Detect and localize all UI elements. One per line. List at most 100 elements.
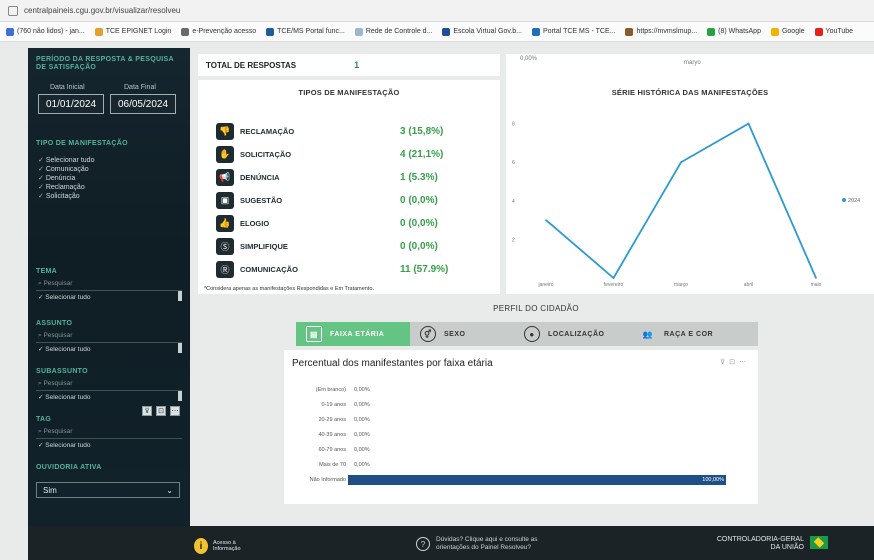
perfil-title: PERFIL DO CIDADÃO (493, 304, 579, 313)
help-link[interactable]: ? Dúvidas? Clique aqui e consulte as ori… (416, 536, 556, 552)
tema-search-input[interactable]: ⌕ Pesquisar (36, 280, 182, 291)
calendar-icon: ▤ (306, 326, 322, 342)
x-tick-label: maio (811, 282, 822, 288)
url-text[interactable]: centralpaineis.cgu.gov.br/visualizar/res… (24, 6, 180, 15)
bookmark[interactable]: TCE/MS Portal func... (266, 27, 345, 36)
x-tick-label: janeiro (537, 282, 553, 288)
bar-label: (Em branco) (315, 387, 346, 393)
thumbs-up-icon: 👍 (216, 214, 234, 232)
tipo-row: Ⓢ SIMPLIFIQUE 0 (0,0%) (216, 237, 486, 255)
location-pin-icon: ● (524, 326, 540, 342)
more-options-icon[interactable]: ⋯ (739, 359, 750, 366)
hand-icon: ✋ (216, 145, 234, 163)
assunto-search-input[interactable]: ⌕ Pesquisar (36, 332, 182, 343)
tipo-label: COMUNICAÇÃO (240, 264, 298, 274)
bookmark[interactable]: https://mvmslmup... (625, 27, 697, 36)
bookmark[interactable]: TCE EPIGNET Login (94, 27, 171, 36)
assunto-select-all[interactable]: Selecionar tudo (38, 345, 90, 353)
filter-icon[interactable]: ⊽ (720, 359, 729, 366)
scrollbar[interactable] (178, 291, 182, 301)
tab-raca-cor[interactable]: 👥 RAÇA E COR (630, 322, 758, 346)
bar-label: Mais de 70 (319, 462, 346, 468)
bar-row: 60-79 anos 0,00% (284, 444, 758, 456)
filter-icon[interactable]: ⊽ (142, 406, 152, 416)
checkbox-item[interactable]: Reclamação (38, 183, 94, 192)
bookmark[interactable]: (760 não lidos) - jan... (6, 27, 85, 36)
checkbox-item[interactable]: Comunicação (38, 165, 94, 174)
legend-marker (842, 198, 846, 202)
tipo-label: RECLAMAÇÃO (240, 126, 295, 136)
gender-icon: ⚥ (420, 326, 436, 342)
total-label: TOTAL DE RESPOSTAS (206, 60, 297, 70)
expand-icon[interactable]: ⊡ (729, 359, 739, 366)
bar-value: 0,00% (354, 417, 370, 423)
bookmarks-bar: (760 não lidos) - jan... TCE EPIGNET Log… (0, 22, 874, 42)
tipo-row: ▣ SUGESTÃO 0 (0,0%) (216, 191, 486, 209)
tab-localizacao[interactable]: ● LOCALIZAÇÃO (514, 322, 630, 346)
tipo-value: 1 (5.3%) (400, 171, 438, 183)
tipo-value: 11 (57.9%) (400, 263, 449, 275)
tipos-title: TIPOS DE MANIFESTAÇÃO (298, 88, 400, 97)
address-bar[interactable]: centralpaineis.cgu.gov.br/visualizar/res… (0, 0, 874, 22)
site-info-icon[interactable] (8, 5, 18, 16)
bookmark[interactable]: e-Prevenção acesso (181, 27, 256, 36)
more-options-icon[interactable]: ⋯ (170, 406, 180, 416)
tipo-value: 0 (0,0%) (400, 217, 438, 229)
thumbs-down-icon: 👎 (216, 122, 234, 140)
subassunto-search-input[interactable]: ⌕ Pesquisar (36, 380, 182, 391)
acesso-informacao-link[interactable]: i Acesso à Informação (194, 538, 257, 554)
legend-label: 2024 (848, 198, 860, 204)
chevron-down-icon: ⌄ (166, 485, 173, 495)
footer: i Acesso à Informação ? Dúvidas? Clique … (28, 526, 874, 560)
bookmark[interactable]: (8) WhatsApp (707, 27, 761, 36)
question-icon: ? (416, 537, 430, 551)
tema-select-all[interactable]: Selecionar tudo (38, 293, 90, 301)
checkbox-item[interactable]: Selecionar tudo (38, 156, 95, 165)
faixa-etaria-card: Percentual dos manifestantes por faixa e… (284, 350, 758, 504)
ouvidoria-value: Sim (43, 485, 57, 495)
bar-row: Mais de 70 0,00% (284, 459, 758, 471)
bar-label: 60-79 anos (318, 447, 346, 453)
bar-row: Não Informado 100,00% (284, 474, 758, 486)
tipo-row: 👍 ELOGIO 0 (0,0%) (216, 214, 486, 232)
data-final-input[interactable]: 06/05/2024 (110, 94, 176, 114)
line-chart: 2 4 6 8 janeiro fevereiro março abril maio 2024 (512, 122, 860, 288)
bar-label: Não Informado (309, 477, 346, 483)
bar-row: 0-19 anos 0,00% (284, 399, 758, 411)
total-value: 1 (354, 60, 360, 70)
bar-row: 40-39 anos 0,00% (284, 429, 758, 441)
info-icon: i (194, 538, 208, 554)
checkbox-item[interactable]: Denúncia (38, 174, 94, 183)
bar: 100,00% (348, 475, 726, 485)
perfil-tabs: ▤ FAIXA ETÁRIA ⚥ SEXO ● LOCALIZAÇÃO 👥 RA… (296, 322, 758, 346)
data-final-label: Data Final (124, 84, 156, 91)
data-point (680, 161, 682, 164)
tab-sexo[interactable]: ⚥ SEXO (410, 322, 514, 346)
tab-faixa-etaria[interactable]: ▤ FAIXA ETÁRIA (296, 322, 410, 346)
subassunto-select-all[interactable]: Selecionar tudo (38, 393, 90, 401)
total-respostas-card: TOTAL DE RESPOSTAS 1 (198, 54, 500, 76)
tag-title: TAG (36, 416, 52, 423)
subassunto-title: SUBASSUNTO (36, 368, 88, 375)
bar-value: 0,00% (354, 432, 370, 438)
bookmark[interactable]: Escola Virtual Gov.b... (442, 27, 522, 36)
bar-value: 0,00% (354, 462, 370, 468)
data-point (747, 122, 750, 125)
bookmark[interactable]: YouTube (814, 27, 853, 36)
tipo-value: 0 (0,0%) (400, 194, 438, 206)
ouvidoria-dropdown[interactable]: Sim ⌄ (36, 482, 180, 498)
bookmark[interactable]: Rede de Controle d... (354, 27, 432, 36)
tag-search-input[interactable]: ⌕ Pesquisar (36, 428, 182, 439)
tema-title: TEMA (36, 268, 58, 275)
scrollbar[interactable] (178, 391, 182, 401)
bookmark[interactable]: Portal TCE MS - TCE... (532, 27, 615, 36)
tipo-value: 0 (0,0%) (400, 240, 438, 252)
tipo-value: 3 (15,8%) (400, 125, 444, 137)
tag-select-all[interactable]: Selecionar tudo (38, 441, 90, 449)
expand-icon[interactable]: ⊡ (156, 406, 166, 416)
bookmark[interactable]: Google (770, 27, 805, 36)
scrollbar[interactable] (178, 343, 182, 353)
data-inicial-input[interactable]: 01/01/2024 (38, 94, 104, 114)
tipo-row: 📢 DENÚNCIA 1 (5.3%) (216, 168, 486, 186)
checkbox-item[interactable]: Solicitação (38, 192, 94, 201)
